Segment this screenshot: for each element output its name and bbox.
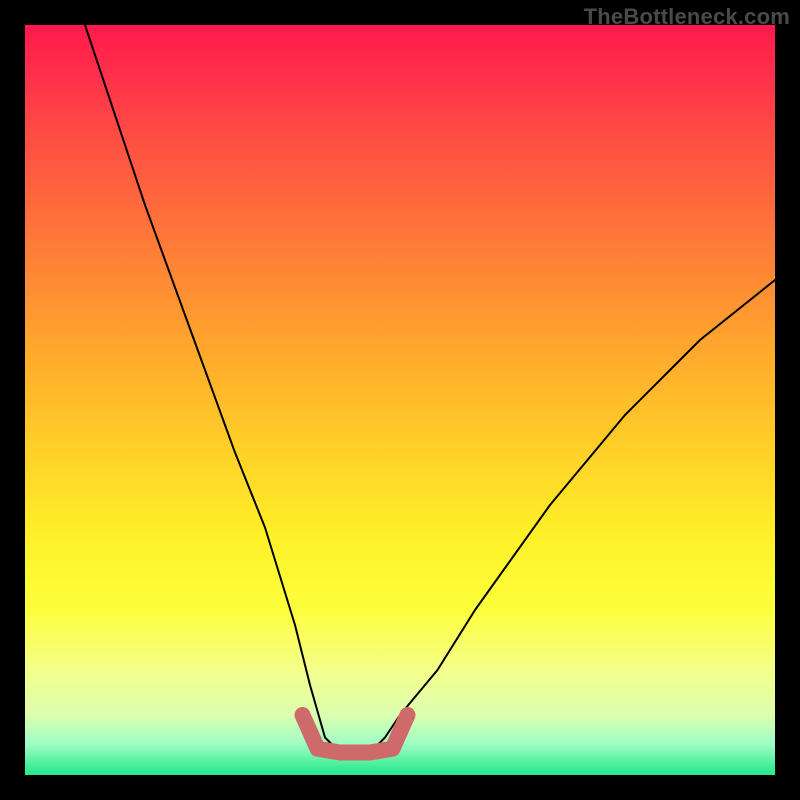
chart-svg bbox=[25, 25, 775, 775]
acceptable-zone-marker-path bbox=[303, 715, 408, 753]
chart-frame: TheBottleneck.com bbox=[0, 0, 800, 800]
plot-area bbox=[25, 25, 775, 775]
bottleneck-curve-path bbox=[85, 25, 775, 753]
watermark-text: TheBottleneck.com bbox=[584, 4, 790, 30]
